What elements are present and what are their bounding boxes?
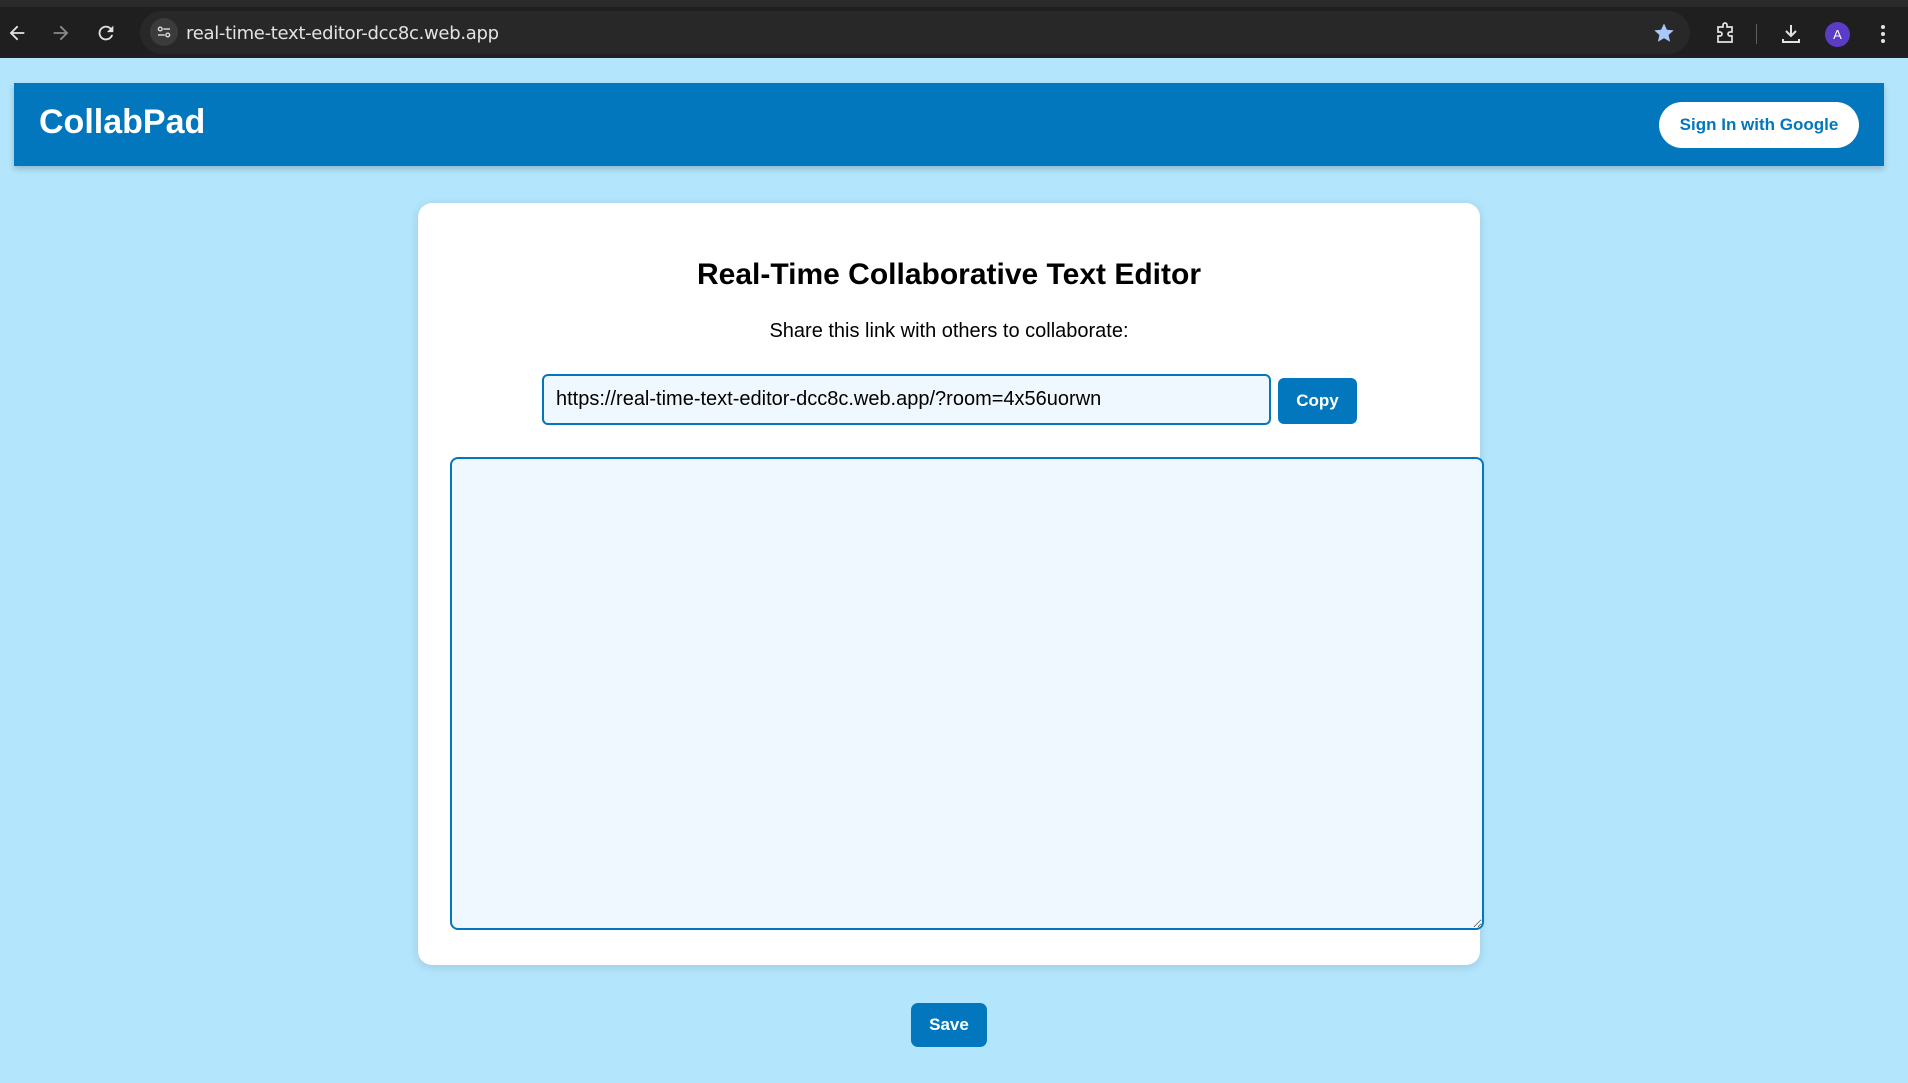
collaborative-text-area[interactable]: [450, 457, 1484, 930]
bookmark-star-icon[interactable]: [1652, 21, 1676, 45]
kebab-menu-icon[interactable]: [1868, 19, 1898, 49]
download-icon[interactable]: [1776, 19, 1806, 49]
back-arrow-icon[interactable]: [2, 18, 32, 48]
brand-logo-text[interactable]: CollabPad: [39, 103, 205, 142]
extensions-icon[interactable]: [1710, 19, 1740, 49]
sign-in-google-button[interactable]: Sign In with Google: [1659, 102, 1859, 148]
site-settings-icon[interactable]: [150, 18, 178, 46]
profile-avatar[interactable]: A: [1825, 22, 1850, 47]
address-bar[interactable]: real-time-text-editor-dcc8c.web.app: [140, 11, 1690, 54]
app-header: CollabPad Sign In with Google: [14, 83, 1884, 166]
forward-arrow-icon[interactable]: [46, 18, 76, 48]
toolbar-divider: [1756, 24, 1757, 44]
browser-toolbar: real-time-text-editor-dcc8c.web.app A: [0, 0, 1908, 58]
share-instructions: Share this link with others to collabora…: [769, 320, 1129, 342]
reload-icon[interactable]: [91, 18, 121, 48]
copy-link-button[interactable]: Copy: [1278, 378, 1357, 424]
page-title: Real-Time Collaborative Text Editor: [696, 258, 1201, 291]
share-link-input[interactable]: [542, 374, 1271, 425]
save-button[interactable]: Save: [911, 1003, 987, 1047]
url-text[interactable]: real-time-text-editor-dcc8c.web.app: [186, 23, 499, 44]
editor-card: Real-Time Collaborative Text Editor Shar…: [418, 203, 1484, 965]
